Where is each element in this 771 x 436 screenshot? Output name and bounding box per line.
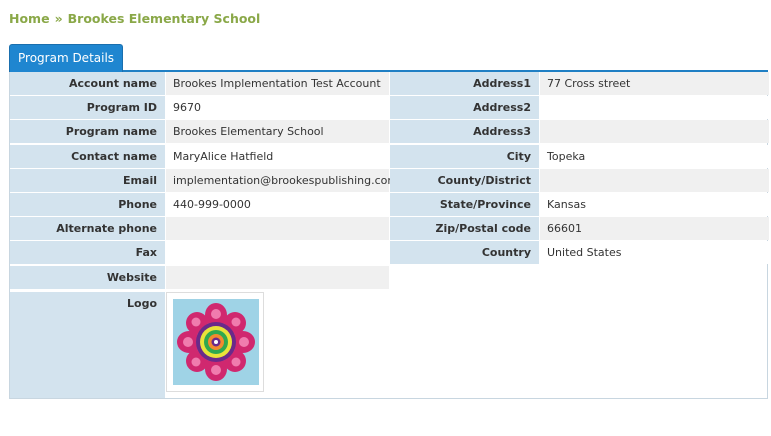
breadcrumb: Home » Brookes Elementary School <box>9 11 260 26</box>
field-value <box>540 169 769 192</box>
field-label: Address3 <box>390 120 539 143</box>
field-label: County/District <box>390 169 539 192</box>
field-value <box>540 96 769 119</box>
field-value <box>166 266 389 289</box>
field-label: Country <box>390 241 539 264</box>
detail-row-address2: Address2 <box>10 96 769 119</box>
field-label: Website <box>10 266 165 289</box>
tab-program-details[interactable]: Program Details <box>9 44 124 72</box>
field-value: 66601 <box>540 217 769 240</box>
tab-bar: Program Details <box>9 44 768 72</box>
program-details-panel: Account name Brookes Implementation Test… <box>9 72 769 399</box>
field-label: Zip/Postal code <box>390 217 539 240</box>
field-value: Kansas <box>540 193 769 216</box>
breadcrumb-home-link[interactable]: Home <box>9 11 50 26</box>
field-label: Address1 <box>390 72 539 95</box>
field-label: State/Province <box>390 193 539 216</box>
detail-row-address1: Address1 77 Cross street <box>10 72 769 95</box>
logo-label: Logo <box>10 292 165 398</box>
program-logo <box>166 292 264 392</box>
detail-row-county-district: County/District <box>10 169 769 192</box>
field-value <box>540 120 769 143</box>
detail-row-zip-postal-code: Zip/Postal code 66601 <box>10 217 769 240</box>
breadcrumb-separator: » <box>54 11 63 26</box>
detail-row-state-province: State/Province Kansas <box>10 193 769 216</box>
breadcrumb-current-link[interactable]: Brookes Elementary School <box>68 11 261 26</box>
field-value: United States <box>540 241 769 264</box>
field-label: City <box>390 145 539 168</box>
detail-row-country: Country United States <box>10 241 769 264</box>
detail-row-city: City Topeka <box>10 145 769 168</box>
detail-row-address3: Address3 <box>10 120 769 143</box>
detail-row-website: Website <box>10 266 390 289</box>
field-value: Topeka <box>540 145 769 168</box>
mandala-logo-image <box>173 299 259 385</box>
field-value: 77 Cross street <box>540 72 769 95</box>
field-label: Address2 <box>390 96 539 119</box>
